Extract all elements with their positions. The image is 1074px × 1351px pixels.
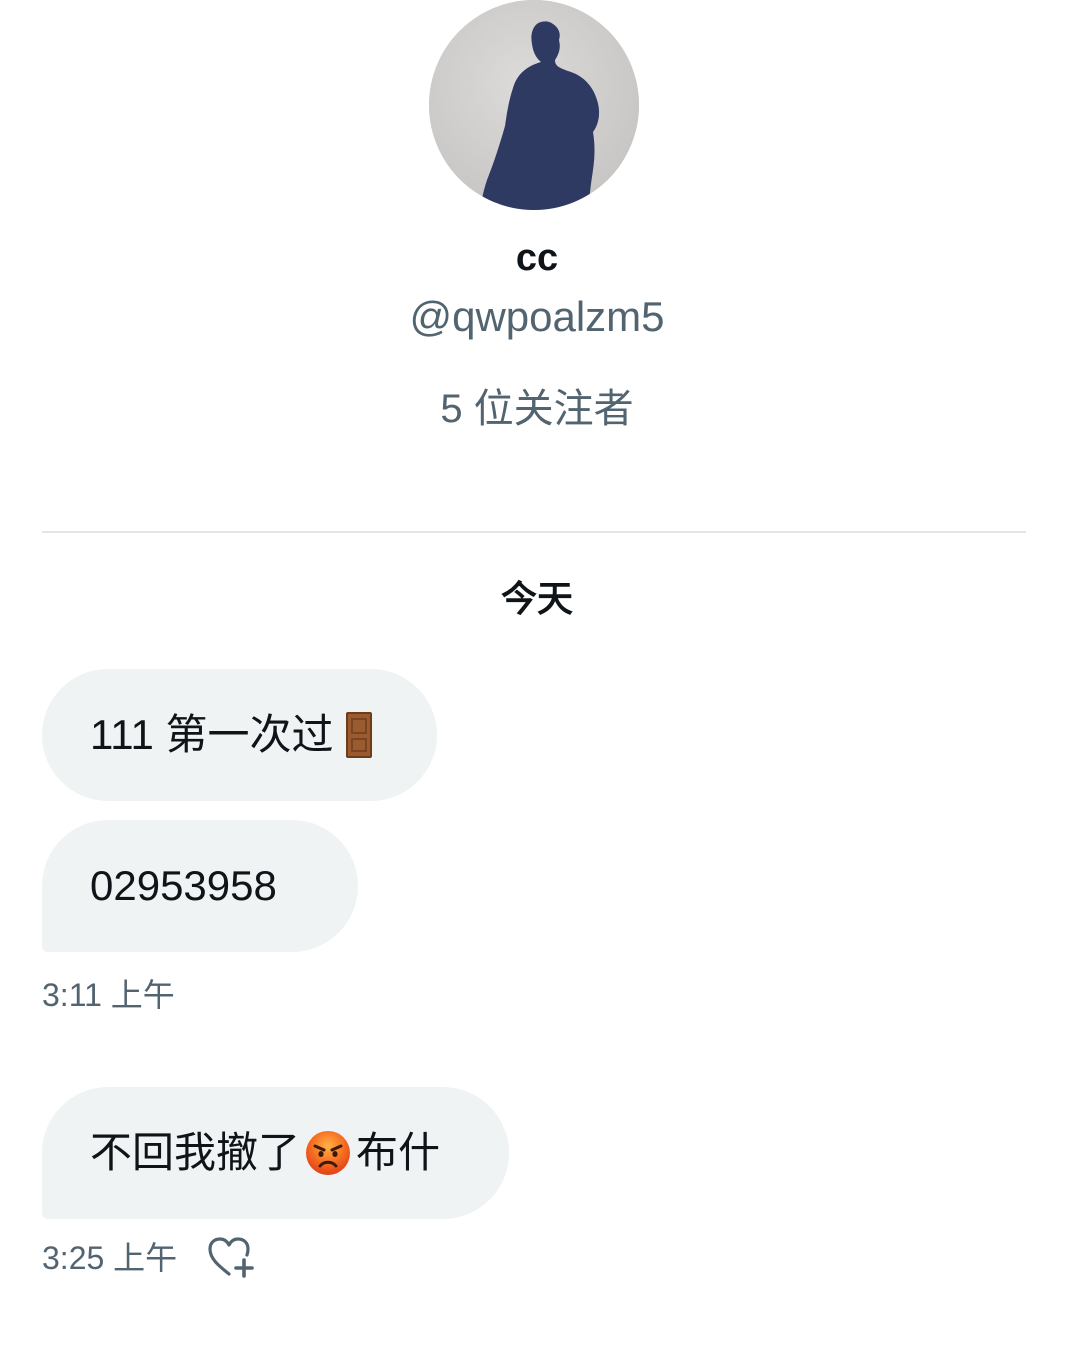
message-bubble[interactable]: 不回我撤了 布什 xyxy=(42,1087,509,1219)
display-name: cc xyxy=(515,237,559,279)
day-separator: 今天 xyxy=(500,578,573,619)
message-text: 111 第一次过 xyxy=(90,711,334,758)
door-emoji-icon xyxy=(345,712,372,758)
add-reaction-button[interactable] xyxy=(205,1234,257,1282)
message-bubble[interactable]: 111 第一次过 xyxy=(42,669,437,801)
message-bubble[interactable]: 02953958 xyxy=(42,820,358,952)
user-handle[interactable]: @qwpoalzm5 xyxy=(0,292,1074,342)
angry-face-emoji-icon xyxy=(306,1131,351,1175)
message-text: 布什 xyxy=(356,1129,441,1176)
avatar-silhouette-image xyxy=(429,0,639,210)
message-timestamp: 3:11 上午 xyxy=(42,977,175,1013)
avatar[interactable] xyxy=(429,0,639,210)
divider xyxy=(42,531,1026,533)
followers-count[interactable]: 5 位关注者 xyxy=(0,384,1074,434)
message-timestamp: 3:25 上午 xyxy=(42,1240,178,1276)
message-text: 02953958 xyxy=(90,862,277,909)
heart-plus-icon xyxy=(208,1237,254,1278)
message-text: 不回我撤了 xyxy=(90,1129,301,1176)
